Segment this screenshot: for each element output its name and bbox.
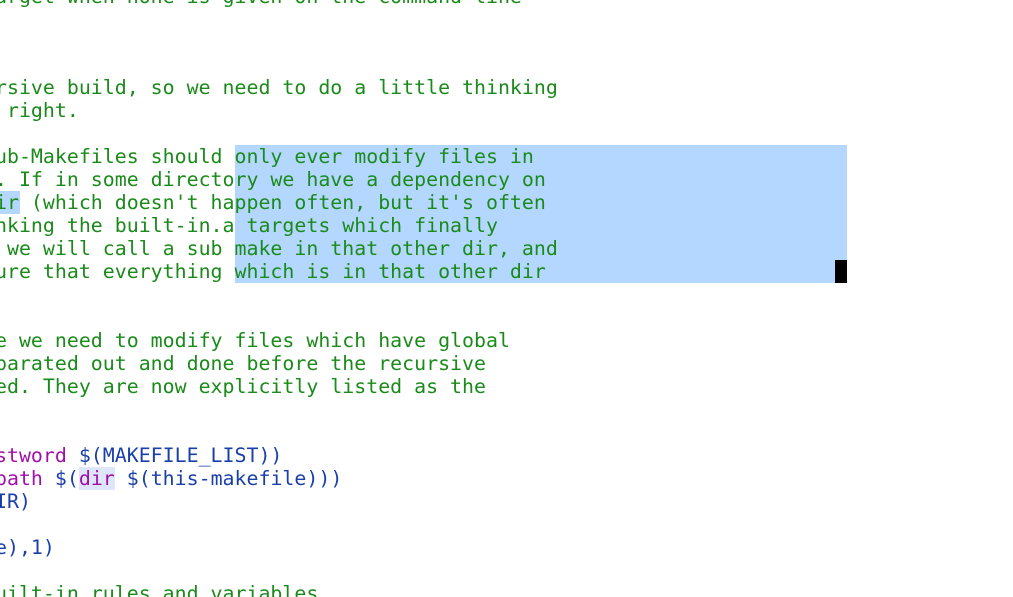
comment-line: uilt-in rules and variables xyxy=(0,582,319,597)
comment-line: e we need to modify files which have glo… xyxy=(0,329,510,352)
comment-line: ub-Makefiles should only ever modify fil… xyxy=(0,145,534,168)
code-text: $( xyxy=(42,467,79,490)
comment-line: parated out and done before the recursiv… xyxy=(0,352,486,375)
code-line: stword $(MAKEFILE_LIST)) xyxy=(0,444,282,467)
code-line: IR) xyxy=(0,490,31,513)
comment-line: right. xyxy=(0,99,79,122)
text-cursor xyxy=(835,260,847,283)
comment-line: ed. They are now explicitly listed as th… xyxy=(0,375,486,398)
code-keyword: stword xyxy=(0,444,67,467)
code-text: $(this-makefile))) xyxy=(114,467,343,490)
comment-line: we will call a sub make in that other di… xyxy=(0,237,558,260)
code-text: $(MAKEFILE_LIST)) xyxy=(66,444,283,467)
editor-text-area[interactable]: arget when none is given on the command … xyxy=(0,0,1013,597)
comment-line: nking the built-in.a targets which final… xyxy=(0,214,498,237)
code-line: path $(dir $(this-makefile))) xyxy=(0,467,342,490)
code-keyword: path xyxy=(0,467,43,490)
code-keyword-highlighted: dir xyxy=(78,467,115,490)
comment-line: ure that everything which is in that oth… xyxy=(0,260,546,283)
comment-line: arget when none is given on the command … xyxy=(0,0,522,8)
code-line: e),1) xyxy=(0,536,55,559)
comment-line: rsive build, so we need to do a little t… xyxy=(0,76,558,99)
comment-line: . If in some directory we have a depende… xyxy=(0,168,546,191)
comment-line: ir (which doesn't happen often, but it's… xyxy=(0,191,546,214)
